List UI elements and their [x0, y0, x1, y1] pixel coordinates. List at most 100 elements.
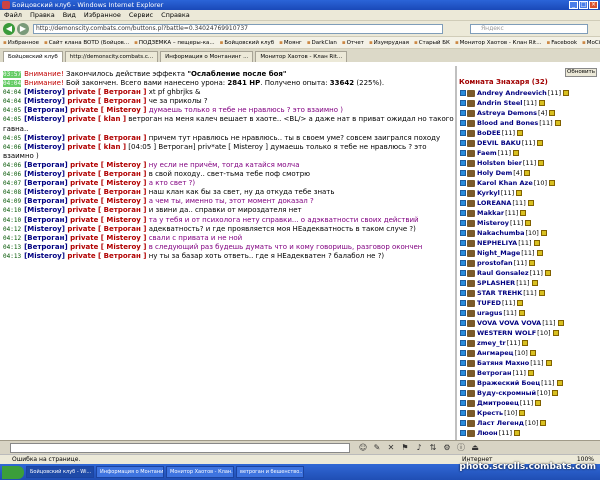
message-time[interactable]: 04:04 — [3, 98, 21, 105]
settings-icon[interactable]: ⚙ — [442, 442, 452, 453]
info-icon[interactable] — [525, 220, 532, 226]
info-icon[interactable] — [514, 430, 521, 436]
info-icon[interactable] — [545, 360, 552, 366]
info-icon[interactable] — [544, 270, 551, 276]
user-name[interactable]: Батяня Махно — [477, 358, 529, 368]
message-time[interactable]: 04:05 — [3, 135, 21, 142]
user-name[interactable]: uragus — [477, 308, 502, 318]
private-icon[interactable] — [460, 390, 466, 396]
private-target[interactable]: private [ Misteroy ] — [68, 179, 146, 187]
private-icon[interactable] — [460, 200, 466, 206]
chat-log[interactable]: 03:57 Внимание! Закончилось действие эффе… — [0, 66, 455, 440]
private-icon[interactable] — [460, 170, 466, 176]
info-icon[interactable] — [537, 140, 544, 146]
private-icon[interactable] — [460, 260, 466, 266]
clear-icon[interactable]: ✕ — [386, 442, 396, 453]
taskbar-button[interactable]: ветроган и бешенство... — [236, 466, 304, 478]
sound-icon[interactable]: ♪ — [414, 442, 424, 453]
user-name[interactable]: Andrey Andreevich — [477, 88, 547, 98]
message-time[interactable]: 04:10 — [3, 217, 21, 224]
info-icon[interactable] — [538, 160, 545, 166]
message-time[interactable]: 04:04 — [3, 80, 22, 88]
private-icon[interactable] — [460, 420, 466, 426]
favorite-link[interactable]: Сайт клана BOTD (Бойцов... — [44, 37, 129, 48]
info-icon[interactable] — [538, 100, 545, 106]
private-icon[interactable] — [460, 250, 466, 256]
sender-nick[interactable]: [Ветроган] — [24, 179, 68, 187]
info-icon[interactable] — [517, 130, 524, 136]
private-icon[interactable] — [460, 190, 466, 196]
private-icon[interactable] — [460, 370, 466, 376]
favorite-link[interactable]: Отчет — [342, 37, 364, 48]
private-icon[interactable] — [460, 350, 466, 356]
private-icon[interactable] — [460, 360, 466, 366]
sender-nick[interactable]: [Misteroy] — [24, 88, 65, 96]
info-icon[interactable] — [535, 400, 542, 406]
info-icon[interactable] — [557, 320, 564, 326]
user-name[interactable]: Karol Khan Aze — [477, 178, 533, 188]
menu-item[interactable]: Правка — [30, 10, 55, 20]
message-time[interactable]: 04:06 — [3, 171, 21, 178]
private-target[interactable]: private [ Misteroy ] — [68, 161, 146, 169]
user-name[interactable]: Nakachumba — [477, 228, 524, 238]
user-name[interactable]: BoDEE — [477, 128, 501, 138]
private-target[interactable]: private [ Ветроган ] — [65, 188, 146, 196]
sender-nick[interactable]: [Misteroy] — [24, 225, 65, 233]
favorite-link[interactable]: Facebook — [546, 37, 577, 48]
menu-item[interactable]: Файл — [4, 10, 22, 20]
info-icon[interactable] — [522, 340, 529, 346]
user-name[interactable]: Astreya Demons — [477, 108, 537, 118]
private-icon[interactable] — [460, 100, 466, 106]
message-time[interactable]: 04:06 — [3, 162, 21, 169]
menu-item[interactable]: Справка — [161, 10, 190, 20]
browser-tab[interactable]: Информация о Монтанинг ... — [160, 51, 254, 62]
info-icon[interactable] — [524, 170, 531, 176]
minimize-icon[interactable]: _ — [569, 1, 578, 9]
favorite-link[interactable]: Моянг — [279, 37, 302, 48]
user-name[interactable]: DEVIL BAKU — [477, 138, 521, 148]
smile-icon[interactable]: ☺ — [358, 442, 368, 453]
favorite-link[interactable]: Избранное — [3, 37, 39, 48]
filter-icon[interactable]: ⚑ — [400, 442, 410, 453]
favorite-link[interactable]: DarkClan — [307, 37, 337, 48]
private-icon[interactable] — [460, 330, 466, 336]
private-icon[interactable] — [460, 380, 466, 386]
info-icon[interactable] — [529, 350, 536, 356]
message-time[interactable]: 04:13 — [3, 244, 21, 251]
user-name[interactable]: LOREANA — [477, 198, 511, 208]
info-icon[interactable] — [552, 330, 559, 336]
user-name[interactable]: VOVA VOVA VOVA — [477, 318, 541, 328]
message-time[interactable]: 04:09 — [3, 198, 21, 205]
private-icon[interactable] — [460, 130, 466, 136]
private-icon[interactable] — [460, 280, 466, 286]
user-name[interactable]: NEPHELIYA — [477, 238, 517, 248]
favorite-link[interactable]: ПОДЗЕМКА – пещеры-ка... — [134, 37, 215, 48]
sender-nick[interactable]: [Ветроган] — [24, 234, 68, 242]
back-icon[interactable]: ◀ — [3, 23, 15, 35]
message-time[interactable]: 04:10 — [3, 207, 21, 214]
private-icon[interactable] — [460, 300, 466, 306]
info-icon[interactable] — [538, 290, 545, 296]
private-icon[interactable] — [460, 430, 466, 436]
user-name[interactable]: Makkar — [477, 208, 504, 218]
info-icon[interactable] — [527, 370, 534, 376]
user-name[interactable]: Night_Mage — [477, 248, 520, 258]
info-icon[interactable] — [536, 250, 543, 256]
user-name[interactable]: Misteroy — [477, 218, 509, 228]
close-icon[interactable]: × — [589, 1, 598, 9]
favorite-link[interactable]: Бойцовский клуб — [220, 37, 274, 48]
message-time[interactable]: 04:06 — [3, 144, 21, 151]
browser-tab[interactable]: Бойцовский клуб — [3, 51, 63, 62]
private-target[interactable]: private [ Misteroy ] — [68, 243, 146, 251]
sender-nick[interactable]: [Ветроган] — [24, 106, 68, 114]
private-target[interactable]: private [ Ветроган ] — [65, 97, 146, 105]
favorite-link[interactable]: Старый БК — [414, 37, 450, 48]
message-time[interactable]: 04:04 — [3, 89, 21, 96]
info-icon[interactable] — [552, 390, 559, 396]
message-time[interactable]: 04:07 — [3, 180, 21, 187]
sender-nick[interactable]: [Ветроган] — [24, 161, 68, 169]
message-time[interactable]: 04:05 — [3, 107, 21, 114]
info-icon[interactable] — [527, 200, 534, 206]
favorite-link[interactable]: MoCity — [582, 37, 600, 48]
user-name[interactable]: TUFED — [477, 298, 501, 308]
